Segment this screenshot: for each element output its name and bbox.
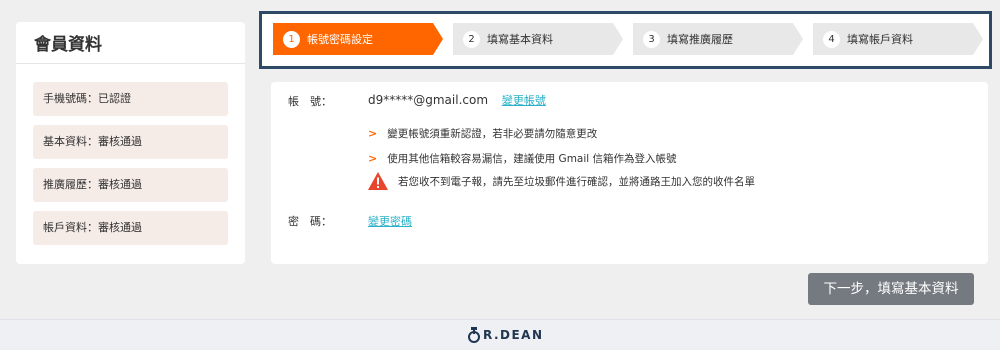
logo-text: R.DEAN [483, 328, 544, 342]
logo-mark-icon [468, 327, 480, 343]
step-account-password[interactable]: 1 帳號密碼設定 [273, 23, 443, 55]
sidebar-list: 手機號碼：已認證 基本資料：審核通過 推廣履歷：審核通過 帳戶資料：審核通過 [16, 64, 245, 245]
change-password-link[interactable]: 變更密碼 [368, 213, 412, 229]
step-number: 2 [463, 30, 480, 48]
step-label: 填寫推廣履歷 [667, 33, 733, 46]
step-label: 帳號密碼設定 [307, 33, 373, 46]
warning-text: 若您收不到電子報，請先至垃圾郵件進行確認，並將通路王加入您的收件名單 [398, 175, 755, 188]
drdean-logo[interactable]: R.DEAN [468, 327, 544, 343]
email-text: d9*****@gmail.com [368, 93, 489, 107]
member-sidebar: 會員資料 手機號碼：已認證 基本資料：審核通過 推廣履歷：審核通過 帳戶資料：審… [16, 22, 245, 264]
sidebar-item-promo-resume[interactable]: 推廣履歷：審核通過 [33, 168, 228, 202]
chevron-right-icon: > [368, 152, 378, 165]
note-item: > 變更帳號須重新認證，若非必要請勿隨意更改 [368, 126, 597, 141]
footer: R.DEAN [0, 319, 1000, 350]
step-basic-info[interactable]: 2 填寫基本資料 [453, 23, 623, 55]
step-progress: 1 帳號密碼設定 2 填寫基本資料 3 填寫推廣履歷 4 填寫帳戶資料 [273, 23, 983, 55]
step-label: 填寫帳戶資料 [847, 33, 913, 46]
step-number: 4 [823, 30, 840, 48]
step-number: 1 [283, 30, 300, 48]
next-step-button[interactable]: 下一步，填寫基本資料 [808, 273, 974, 305]
sidebar-item-basic-info[interactable]: 基本資料：審核通過 [33, 125, 228, 159]
account-panel: 帳 號： d9*****@gmail.com 變更帳號 > 變更帳號須重新認證，… [271, 82, 988, 264]
step-number: 3 [643, 30, 660, 48]
note-text: 使用其他信箱較容易漏信，建議使用 Gmail 信箱作為登入帳號 [387, 153, 677, 165]
change-account-link[interactable]: 變更帳號 [502, 94, 546, 107]
password-label: 密 碼： [288, 215, 332, 228]
chevron-right-icon: > [368, 127, 378, 140]
warning-icon [368, 172, 388, 190]
account-label: 帳 號： [288, 95, 332, 108]
sidebar-item-account-info[interactable]: 帳戶資料：審核通過 [33, 211, 228, 245]
email-value: d9*****@gmail.com 變更帳號 [368, 92, 546, 108]
note-text: 變更帳號須重新認證，若非必要請勿隨意更改 [387, 128, 598, 140]
warning-note: 若您收不到電子報，請先至垃圾郵件進行確認，並將通路王加入您的收件名單 [368, 172, 755, 190]
step-label: 填寫基本資料 [487, 33, 553, 46]
sidebar-title: 會員資料 [16, 22, 245, 64]
steps-frame: 1 帳號密碼設定 2 填寫基本資料 3 填寫推廣履歷 4 填寫帳戶資料 [259, 11, 992, 69]
step-promo-resume[interactable]: 3 填寫推廣履歷 [633, 23, 803, 55]
step-account-info[interactable]: 4 填寫帳戶資料 [813, 23, 983, 55]
note-item: > 使用其他信箱較容易漏信，建議使用 Gmail 信箱作為登入帳號 [368, 151, 677, 166]
sidebar-item-phone[interactable]: 手機號碼：已認證 [33, 82, 228, 116]
